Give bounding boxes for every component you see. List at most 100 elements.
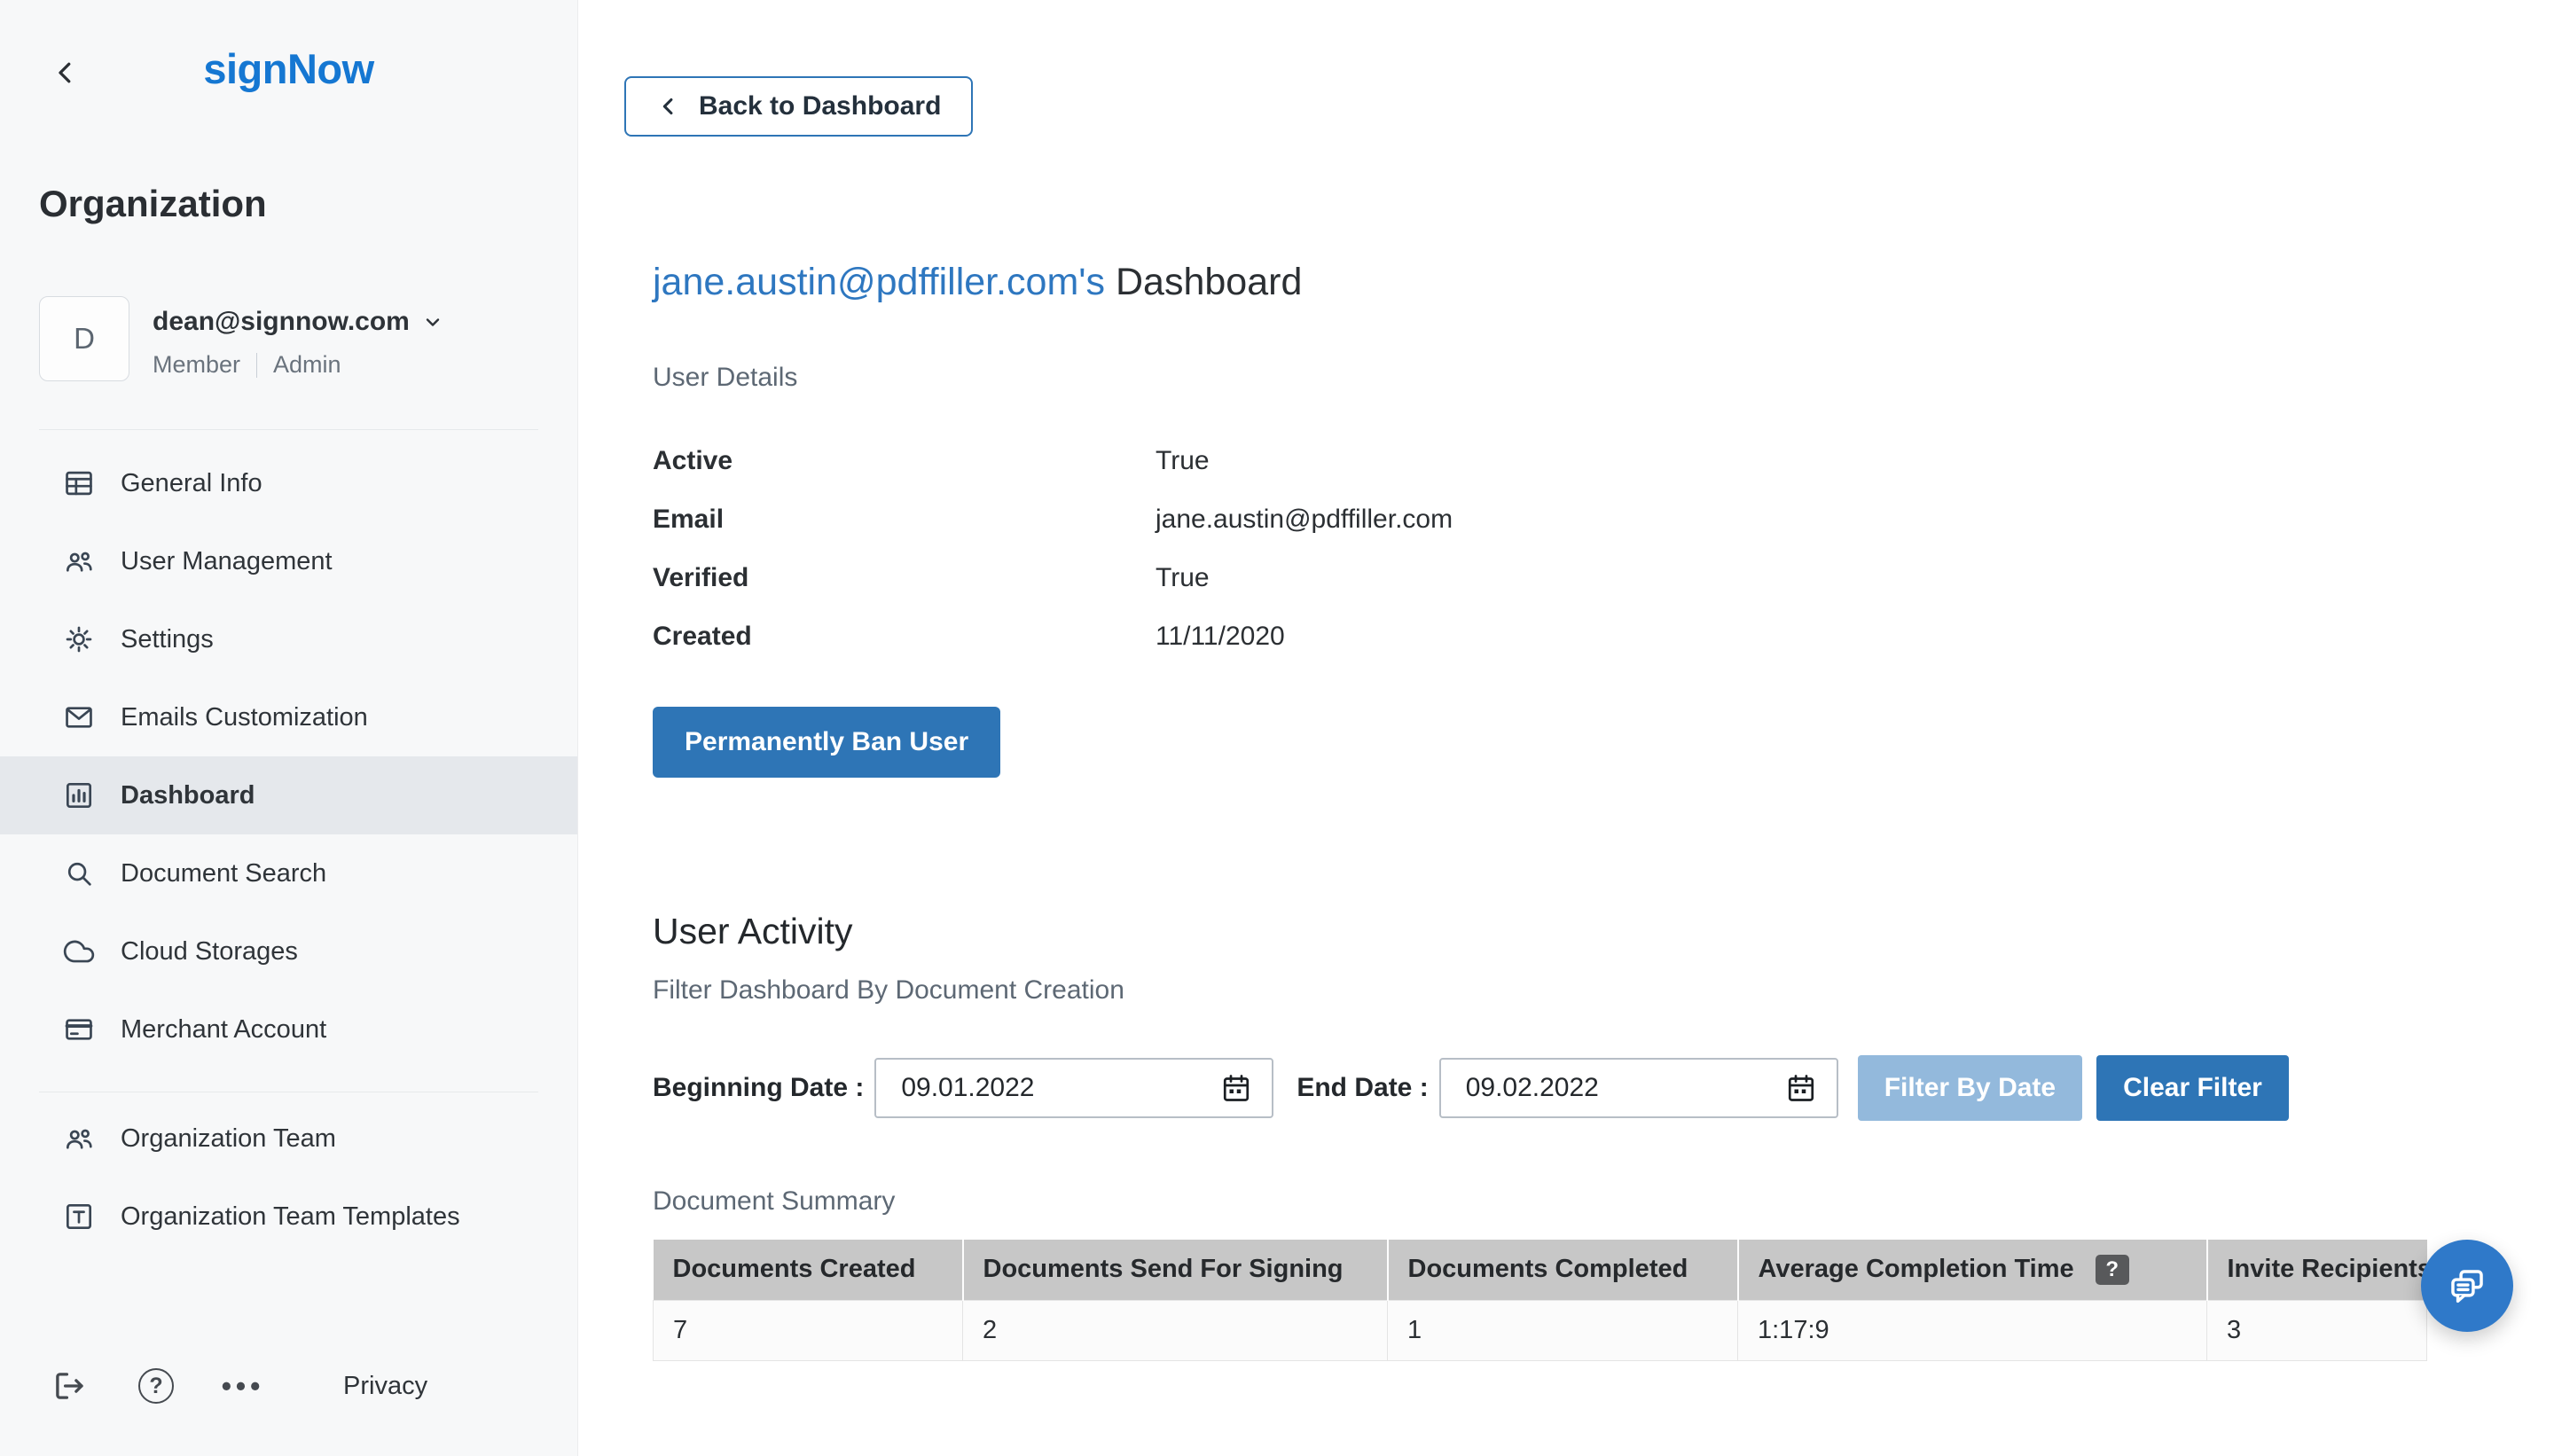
gear-icon <box>62 622 96 656</box>
detail-label: Active <box>653 446 1156 476</box>
section-title: Organization <box>39 183 538 225</box>
detail-row-created: Created 11/11/2020 <box>653 607 2554 666</box>
account-roles: Member Admin <box>153 351 443 379</box>
detail-label: Email <box>653 505 1156 535</box>
account-role-member: Member <box>153 351 240 379</box>
chat-icon <box>2444 1263 2490 1309</box>
sidebar-divider <box>39 429 538 430</box>
detail-value: 11/11/2020 <box>1156 622 1285 652</box>
envelope-icon <box>62 701 96 734</box>
sidebar-item-dashboard[interactable]: Dashboard <box>0 756 577 834</box>
table-header-documents-completed: Documents Completed <box>1388 1240 1738 1300</box>
document-summary-caption: Document Summary <box>653 1186 2554 1217</box>
table-header-invite-recipients: Invite Recipients <box>2207 1240 2427 1300</box>
app-root: signNow Organization D dean@signnow.com … <box>0 0 2554 1456</box>
back-chevron-icon[interactable] <box>46 53 85 92</box>
logout-icon[interactable] <box>49 1366 90 1406</box>
sidebar-item-cloud-storages[interactable]: Cloud Storages <box>0 912 577 990</box>
sidebar-item-label: Cloud Storages <box>121 937 298 967</box>
chevron-down-icon <box>422 311 443 333</box>
detail-row-active: Active True <box>653 432 2554 490</box>
detail-value: jane.austin@pdffiller.com <box>1156 505 1453 535</box>
completion-time-help-icon[interactable]: ? <box>2096 1255 2129 1285</box>
sidebar-item-label: General Info <box>121 469 262 498</box>
table-cell-documents-created: 7 <box>654 1300 963 1360</box>
document-summary-table: Documents Created Documents Send For Sig… <box>653 1240 2427 1361</box>
table-header-row: Documents Created Documents Send For Sig… <box>654 1240 2427 1300</box>
end-date-label: End Date : <box>1297 1073 1428 1103</box>
sidebar-item-label: Emails Customization <box>121 703 368 732</box>
table-cell-average-completion-time: 1:17:9 <box>1738 1300 2207 1360</box>
sidebar-item-document-search[interactable]: Document Search <box>0 834 577 912</box>
detail-row-verified: Verified True <box>653 549 2554 607</box>
more-dots-glyph: ••• <box>222 1372 265 1400</box>
beginning-date-input[interactable] <box>874 1058 1273 1118</box>
more-icon[interactable]: ••• <box>223 1366 263 1406</box>
filter-by-date-button[interactable]: Filter By Date <box>1858 1055 2082 1121</box>
back-to-dashboard-button[interactable]: Back to Dashboard <box>624 76 973 137</box>
clear-filter-button[interactable]: Clear Filter <box>2096 1055 2289 1121</box>
team-icon <box>62 1122 96 1155</box>
account-email: dean@signnow.com <box>153 307 410 337</box>
main-content: Back to Dashboard jane.austin@pdffiller.… <box>578 0 2554 1456</box>
sidebar-item-user-management[interactable]: User Management <box>0 522 577 600</box>
sidebar-item-label: Merchant Account <box>121 1015 326 1045</box>
table-cell-documents-send: 2 <box>963 1300 1388 1360</box>
privacy-link[interactable]: Privacy <box>343 1372 427 1401</box>
end-date-input[interactable] <box>1439 1058 1838 1118</box>
sidebar-item-settings[interactable]: Settings <box>0 600 577 678</box>
end-date-field[interactable] <box>1466 1073 1785 1103</box>
help-question-glyph: ? <box>138 1368 174 1404</box>
template-icon <box>62 1200 96 1233</box>
sidebar-item-label: Organization Team Templates <box>121 1202 460 1232</box>
users-icon <box>62 544 96 578</box>
sidebar-item-merchant-account[interactable]: Merchant Account <box>0 990 577 1069</box>
chevron-left-icon <box>656 94 681 119</box>
sidebar-footer: ? ••• Privacy <box>0 1366 427 1406</box>
account-card: D dean@signnow.com Member Admin <box>39 296 538 381</box>
user-activity-heading: User Activity <box>653 911 2554 952</box>
account-role-admin: Admin <box>273 351 341 379</box>
user-details-table: Active True Email jane.austin@pdffiller.… <box>653 432 2554 666</box>
table-cell-invite-recipients: 3 <box>2207 1300 2427 1360</box>
detail-label: Created <box>653 622 1156 652</box>
beginning-date-label: Beginning Date : <box>653 1073 864 1103</box>
filter-caption: Filter Dashboard By Document Creation <box>653 975 2554 1006</box>
general-info-icon <box>62 466 96 500</box>
sidebar-secondary-menu: Organization Team Organization Team Temp… <box>0 1100 577 1256</box>
cloud-icon <box>62 935 96 968</box>
table-row: 7 2 1 1:17:9 3 <box>654 1300 2427 1360</box>
calendar-icon[interactable] <box>1220 1072 1252 1104</box>
avatar: D <box>39 296 129 381</box>
role-separator <box>256 353 257 378</box>
chat-fab-button[interactable] <box>2421 1240 2513 1332</box>
sidebar-header: signNow <box>0 0 577 94</box>
sidebar-item-label: Dashboard <box>121 781 255 810</box>
user-details-heading: User Details <box>653 363 2554 393</box>
beginning-date-field[interactable] <box>901 1073 1220 1103</box>
bar-chart-icon <box>62 779 96 812</box>
account-menu[interactable]: dean@signnow.com <box>153 307 443 337</box>
sidebar-item-emails-customization[interactable]: Emails Customization <box>0 678 577 756</box>
permanently-ban-user-button[interactable]: Permanently Ban User <box>653 707 1000 778</box>
app-logo[interactable]: signNow <box>0 44 577 94</box>
detail-value: True <box>1156 563 1210 593</box>
sidebar-item-organization-team-templates[interactable]: Organization Team Templates <box>0 1178 577 1256</box>
user-email-link[interactable]: jane.austin@pdffiller.com's <box>653 261 1105 303</box>
sidebar-item-label: Document Search <box>121 859 326 888</box>
sidebar-item-organization-team[interactable]: Organization Team <box>0 1100 577 1178</box>
date-filter-row: Beginning Date : End Date : Filter By Da… <box>653 1055 2554 1121</box>
table-header-average-completion-time: Average Completion Time ? <box>1738 1240 2207 1300</box>
table-header-documents-created: Documents Created <box>654 1240 963 1300</box>
sidebar-item-general-info[interactable]: General Info <box>0 444 577 522</box>
page-title-suffix: Dashboard <box>1116 261 1302 303</box>
table-cell-documents-completed: 1 <box>1388 1300 1738 1360</box>
help-icon[interactable]: ? <box>136 1366 176 1406</box>
account-info: dean@signnow.com Member Admin <box>153 296 443 379</box>
table-header-label: Average Completion Time <box>1759 1255 2074 1284</box>
back-button-label: Back to Dashboard <box>699 91 941 121</box>
sidebar-item-label: Settings <box>121 625 214 654</box>
detail-row-email: Email jane.austin@pdffiller.com <box>653 490 2554 549</box>
table-header-documents-send: Documents Send For Signing <box>963 1240 1388 1300</box>
calendar-icon[interactable] <box>1785 1072 1817 1104</box>
